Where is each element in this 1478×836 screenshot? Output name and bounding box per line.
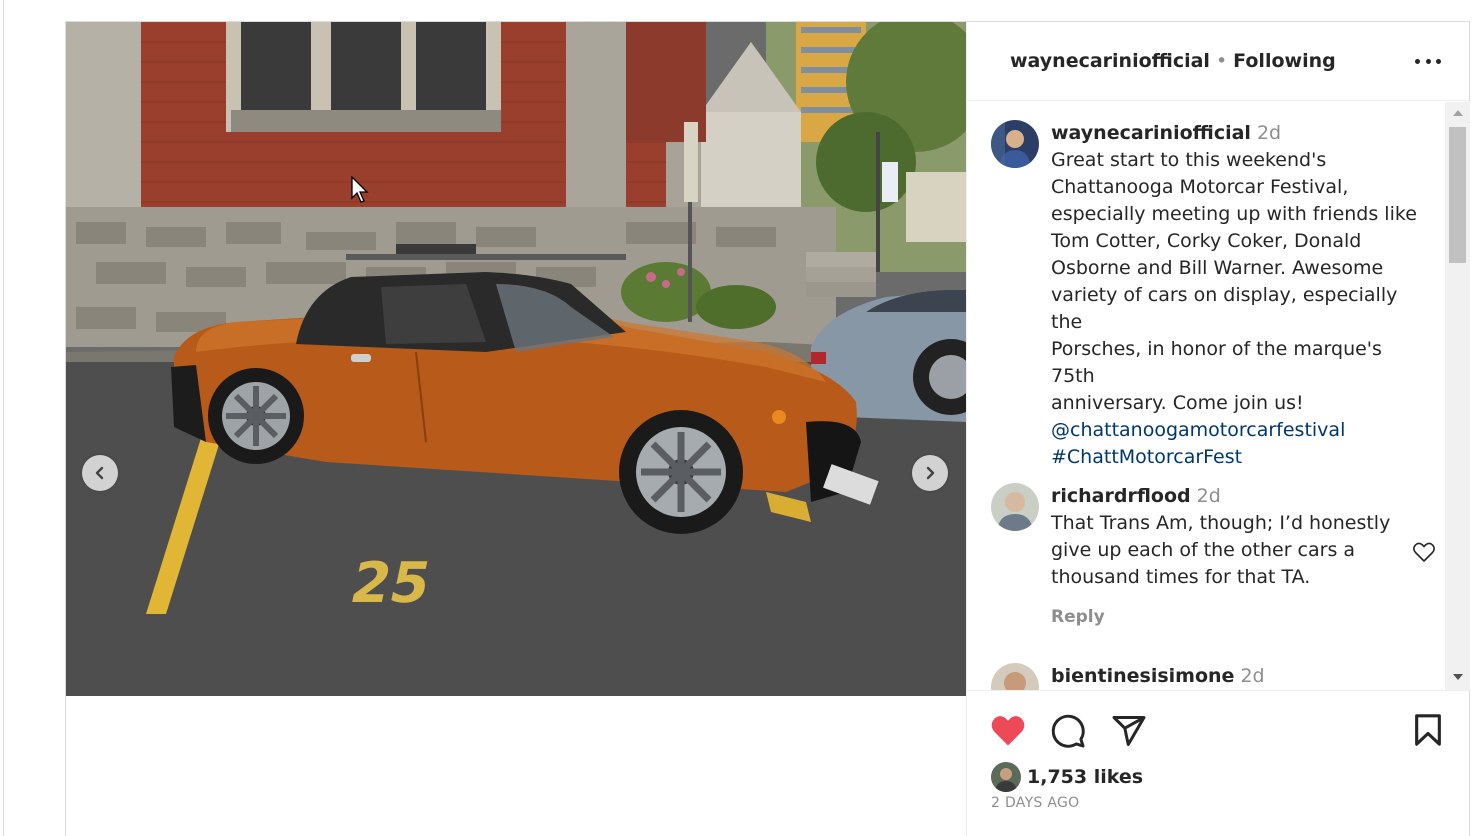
carousel-next-button[interactable]	[912, 455, 948, 491]
comment: richardrflood 2d That Trans Am, though; I…	[991, 483, 1435, 633]
author-avatar-image	[991, 120, 1039, 168]
comment-username[interactable]: richardrflood	[1051, 485, 1191, 507]
mouse-cursor-icon	[351, 176, 369, 203]
dot-icon	[1436, 58, 1441, 64]
hashtag-link[interactable]: #ChattMotorcarFest	[1051, 444, 1431, 471]
caption-line: anniversary. Come join us!	[1051, 392, 1304, 414]
comments-list[interactable]: waynecariniofficial 2d Great start to thi…	[967, 102, 1471, 690]
heart-outline-icon	[1413, 542, 1435, 562]
like-button[interactable]	[989, 713, 1027, 751]
likes-count[interactable]: 1,753 likes	[1027, 766, 1143, 788]
comment-time[interactable]: 2d	[1197, 485, 1221, 507]
scroll-down-arrow-icon[interactable]	[1453, 674, 1463, 680]
scroll-up-arrow-icon[interactable]	[1453, 110, 1463, 116]
mention-link[interactable]: @chattanoogamotorcarfestival	[1051, 417, 1431, 444]
commenter-avatar-image	[991, 663, 1039, 690]
dot-icon	[1425, 58, 1431, 64]
page-divider	[3, 0, 4, 836]
caption: waynecariniofficial 2d Great start to thi…	[991, 120, 1431, 468]
post-timestamp[interactable]: 2 DAYS AGO	[991, 795, 1079, 811]
comment: bientinesisimone 2d	[991, 663, 1431, 690]
caption-line: Porsches, in honor of the marque's 75th	[1051, 338, 1382, 387]
like-comment-button[interactable]	[1412, 541, 1436, 567]
caption-line: Osborne and Bill Warner. Awesome	[1051, 257, 1384, 279]
chevron-right-icon	[926, 466, 935, 480]
comment-line: give up each of the other cars a	[1051, 539, 1356, 561]
comment-username[interactable]: bientinesisimone	[1051, 665, 1234, 687]
author-username[interactable]: waynecariniofficial	[1010, 50, 1210, 72]
avatar[interactable]	[991, 663, 1039, 690]
caption-username[interactable]: waynecariniofficial	[1051, 122, 1251, 144]
caption-line: especially meeting up with friends like	[1051, 203, 1417, 225]
avatar	[991, 762, 1021, 792]
car-photo: 25	[66, 22, 966, 696]
caption-line: Great start to this weekend's	[1051, 149, 1327, 171]
scrollbar-thumb[interactable]	[1449, 127, 1466, 263]
caption-line: variety of cars on display, especially t…	[1051, 284, 1398, 333]
more-options-button[interactable]	[1415, 51, 1441, 71]
post-header: waynecariniofficial • Following	[967, 22, 1471, 101]
page: 25 waynecariniofficial • Following wayne…	[0, 0, 1478, 836]
post-modal: 25 waynecariniofficial • Following wayne…	[65, 21, 1471, 836]
bookmark-icon	[1415, 714, 1441, 746]
reply-button[interactable]: Reply	[1051, 607, 1105, 627]
chevron-left-icon	[95, 466, 104, 480]
caption-time[interactable]: 2d	[1257, 122, 1281, 144]
comment-time[interactable]: 2d	[1240, 665, 1264, 687]
caption-line: Chattanooga Motorcar Festival,	[1051, 176, 1349, 198]
comment-bubble-icon	[1051, 714, 1085, 748]
following-button[interactable]: Following	[1233, 50, 1336, 72]
liker-avatar-image	[991, 762, 1021, 792]
avatar[interactable]	[991, 120, 1039, 168]
save-button[interactable]	[1413, 713, 1443, 751]
comment-line: thousand times for that TA.	[1051, 566, 1311, 588]
likes-summary[interactable]: 1,753 likes	[991, 761, 1143, 793]
share-button[interactable]	[1111, 713, 1147, 753]
comment-line: That Trans Am, though; I’d honestly	[1051, 512, 1391, 534]
comment-button[interactable]	[1050, 713, 1086, 753]
avatar[interactable]	[991, 483, 1039, 531]
commenter-avatar-image	[991, 483, 1039, 531]
caption-line: Tom Cotter, Corky Coker, Donald	[1051, 230, 1362, 252]
carousel-previous-button[interactable]	[82, 455, 118, 491]
post-image[interactable]: 25	[66, 22, 966, 696]
comments-scrollbar[interactable]	[1445, 102, 1470, 690]
heart-filled-icon	[991, 716, 1025, 746]
paper-plane-icon	[1112, 716, 1146, 746]
separator-dot: •	[1215, 50, 1228, 72]
action-bar: 1,753 likes 2 DAYS AGO	[967, 690, 1471, 836]
dot-icon	[1415, 58, 1420, 64]
post-side-panel: waynecariniofficial • Following waynecar…	[966, 22, 1471, 836]
parking-number: 25	[345, 551, 437, 616]
